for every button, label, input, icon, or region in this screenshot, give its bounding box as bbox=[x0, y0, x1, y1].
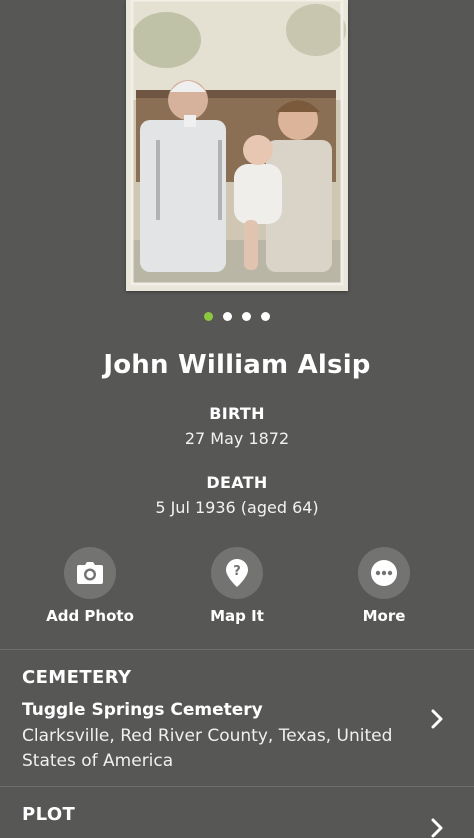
memorial-photo[interactable] bbox=[126, 0, 348, 291]
add-photo-button[interactable]: Add Photo bbox=[25, 547, 155, 625]
pagination-dot-active[interactable] bbox=[204, 312, 213, 321]
action-bar: Add Photo ? Map It More bbox=[0, 547, 474, 627]
cemetery-name: Tuggle Springs Cemetery bbox=[22, 700, 263, 720]
person-name: John William Alsip bbox=[103, 350, 371, 380]
chevron-right-icon[interactable] bbox=[430, 709, 444, 729]
birth-label: BIRTH bbox=[209, 404, 265, 423]
svg-text:?: ? bbox=[233, 564, 241, 579]
more-label: More bbox=[362, 607, 406, 625]
more-dots-icon bbox=[358, 547, 410, 599]
add-photo-label: Add Photo bbox=[46, 607, 134, 625]
cemetery-location: Clarksville, Red River County, Texas, Un… bbox=[22, 726, 393, 771]
camera-icon bbox=[64, 547, 116, 599]
death-label: DEATH bbox=[206, 473, 268, 492]
chevron-right-icon[interactable] bbox=[430, 818, 444, 838]
plot-title: PLOT bbox=[22, 804, 76, 825]
pagination-dot[interactable] bbox=[242, 312, 251, 321]
pagination-dot[interactable] bbox=[223, 312, 232, 321]
family-photo-image bbox=[126, 0, 348, 291]
birth-date: 27 May 1872 bbox=[184, 429, 290, 448]
cemetery-title: CEMETERY bbox=[22, 667, 132, 688]
photo-pagination[interactable] bbox=[0, 312, 474, 322]
map-it-button[interactable]: ? Map It bbox=[172, 547, 302, 625]
pagination-dot[interactable] bbox=[261, 312, 270, 321]
more-button[interactable]: More bbox=[319, 547, 449, 625]
death-date: 5 Jul 1936 (aged 64) bbox=[155, 498, 319, 517]
map-pin-icon: ? bbox=[211, 547, 263, 599]
map-it-label: Map It bbox=[210, 607, 264, 625]
